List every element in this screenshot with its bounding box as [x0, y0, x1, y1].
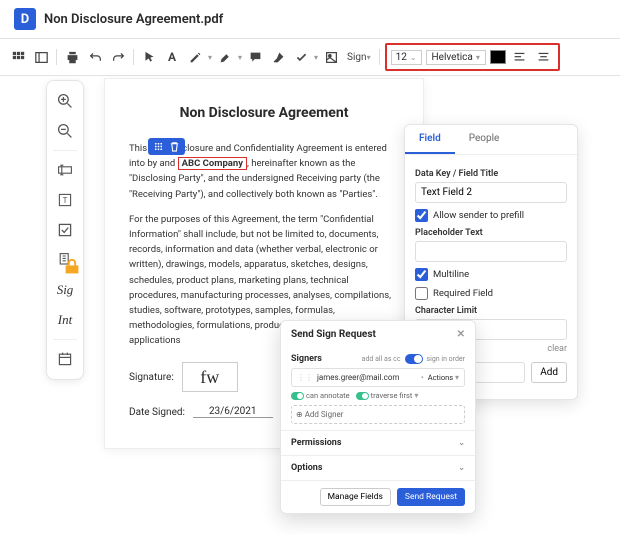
signature-label: Signature:: [129, 372, 174, 383]
svg-text:T: T: [63, 196, 68, 205]
add-button[interactable]: Add: [531, 362, 567, 383]
signers-label: Signers: [291, 354, 322, 364]
chevron-down-icon[interactable]: ▾: [208, 53, 212, 62]
tab-people[interactable]: People: [455, 125, 514, 154]
placeholder-label: Placeholder Text: [415, 228, 567, 238]
main-toolbar: A ▾ ▾ ▾ Sign ▾ 12⌄ Helvetica▾: [0, 38, 620, 76]
send-request-panel: Send Sign Request ✕ Signers add all as c…: [280, 320, 476, 514]
sign-order-toggle[interactable]: [405, 354, 423, 364]
manage-fields-button[interactable]: Manage Fields: [320, 488, 391, 506]
chevron-down-icon[interactable]: ▾: [238, 53, 242, 62]
send-request-button[interactable]: Send Request: [397, 488, 465, 506]
zoom-in-icon[interactable]: [51, 87, 79, 115]
grid-icon[interactable]: [8, 47, 28, 67]
placeholder-input[interactable]: [415, 241, 567, 262]
side-toolbar: T Sig Int: [46, 80, 84, 380]
image-icon[interactable]: [321, 47, 341, 67]
font-size-select[interactable]: 12⌄: [391, 50, 422, 65]
date-value[interactable]: 23/6/2021: [193, 406, 273, 418]
chevron-down-icon[interactable]: ▾: [314, 53, 318, 62]
send-panel-title: Send Sign Request: [291, 329, 376, 340]
data-key-input[interactable]: [415, 182, 567, 203]
char-limit-label: Character Limit: [415, 306, 567, 316]
text-field-icon[interactable]: [51, 156, 79, 184]
allow-prefill-checkbox[interactable]: Allow sender to prefill: [415, 209, 567, 222]
redo-icon[interactable]: [108, 47, 128, 67]
tab-field[interactable]: Field: [405, 125, 455, 154]
align-center-icon[interactable]: [534, 47, 554, 67]
text-icon[interactable]: A: [162, 47, 182, 67]
app-logo: D: [14, 8, 36, 30]
zoom-out-icon[interactable]: [51, 117, 79, 145]
undo-icon[interactable]: [85, 47, 105, 67]
checkbox-icon[interactable]: [51, 216, 79, 244]
cursor-icon[interactable]: [139, 47, 159, 67]
required-checkbox[interactable]: Required Field: [415, 287, 567, 300]
panel-icon[interactable]: [31, 47, 51, 67]
attachment-icon[interactable]: [51, 246, 79, 274]
field-drag-handle[interactable]: [148, 138, 185, 155]
signer-email: james.greer@mail.com: [317, 373, 417, 382]
sign-button[interactable]: Sign ▾: [344, 47, 374, 67]
close-icon[interactable]: ✕: [457, 329, 465, 340]
date-icon[interactable]: [51, 345, 79, 373]
data-key-label: Data Key / Field Title: [415, 169, 567, 179]
font-family-select[interactable]: Helvetica▾: [426, 50, 486, 65]
color-swatch[interactable]: [490, 50, 506, 64]
print-icon[interactable]: [62, 47, 82, 67]
initials-icon[interactable]: Int: [51, 306, 79, 334]
add-signer-button[interactable]: ⊕ Add Signer: [291, 405, 465, 424]
highlight-icon[interactable]: [215, 47, 235, 67]
options-section[interactable]: Options⌄: [281, 455, 475, 480]
signer-row: ⋮⋮ james.greer@mail.com • Actions ▾: [291, 368, 465, 387]
check-icon[interactable]: [291, 47, 311, 67]
signature-box[interactable]: fw: [182, 362, 238, 392]
text-box-icon[interactable]: T: [51, 186, 79, 214]
file-name: Non Disclosure Agreement.pdf: [44, 12, 223, 27]
align-left-icon[interactable]: [510, 47, 530, 67]
draw-icon[interactable]: [185, 47, 205, 67]
company-field[interactable]: ABC Company: [178, 157, 247, 170]
grip-icon[interactable]: ⋮⋮: [297, 373, 313, 382]
annotate-toggle[interactable]: [291, 392, 304, 400]
traverse-toggle[interactable]: [356, 392, 369, 400]
doc-title: Non Disclosure Agreement: [129, 105, 399, 121]
permissions-section[interactable]: Permissions⌄: [281, 430, 475, 455]
erase-icon[interactable]: [268, 47, 288, 67]
signature-icon[interactable]: Sig: [51, 276, 79, 304]
comment-icon[interactable]: [245, 47, 265, 67]
actions-dropdown[interactable]: Actions ▾: [428, 373, 459, 382]
font-controls: 12⌄ Helvetica▾: [385, 43, 560, 71]
date-label: Date Signed:: [129, 407, 185, 418]
multiline-checkbox[interactable]: Multiline: [415, 268, 567, 281]
trash-icon[interactable]: [169, 141, 180, 152]
